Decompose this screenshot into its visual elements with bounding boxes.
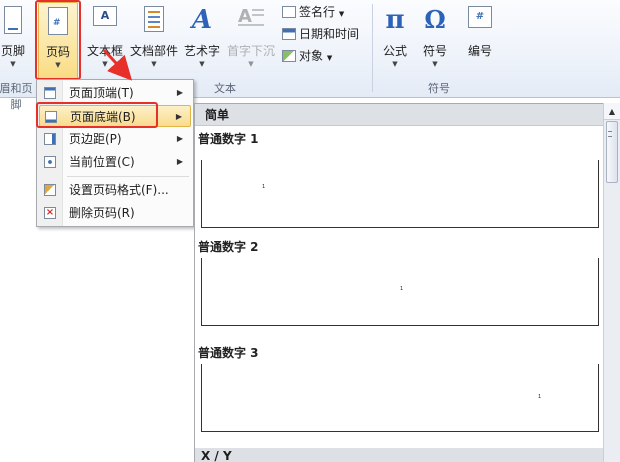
page-number-sample: 1 xyxy=(262,184,266,190)
signature-icon xyxy=(282,6,296,18)
gallery-category-header: 简单 xyxy=(195,104,603,126)
textbox-button[interactable]: A 文本框 ▼ xyxy=(84,2,126,80)
gallery-category-header: X / Y xyxy=(195,448,603,462)
menu-item-top-of-page[interactable]: 页面顶端(T) ▶ xyxy=(39,82,191,104)
page-top-icon xyxy=(44,87,56,99)
chevron-down-icon: ▼ xyxy=(248,60,254,68)
quick-parts-button[interactable]: 文档部件 ▼ xyxy=(128,2,180,80)
textbox-icon: A xyxy=(93,6,117,26)
menu-item-format-page-numbers[interactable]: 设置页码格式(F)... xyxy=(39,179,191,201)
chevron-down-icon: ▼ xyxy=(102,60,108,68)
page-number-sample: 1 xyxy=(400,286,404,292)
equation-button[interactable]: π 公式 ▼ xyxy=(378,2,412,80)
chevron-down-icon: ▼ xyxy=(151,60,157,68)
gallery-option-plain-number-2[interactable]: 1 xyxy=(201,258,599,326)
wordart-button[interactable]: A 艺术字 ▼ xyxy=(182,2,222,80)
symbol-button[interactable]: Ω 符号 ▼ xyxy=(418,2,452,80)
gallery-option-plain-number-3[interactable]: 1 xyxy=(201,364,599,432)
gallery-option-title: 普通数字 3 xyxy=(198,346,259,360)
gallery-scrollbar[interactable]: ▲ xyxy=(603,103,620,462)
footer-button[interactable]: 页脚 ▼ xyxy=(0,2,30,80)
footer-icon xyxy=(4,6,22,34)
group-label-symbols: 符号 xyxy=(428,82,450,95)
ribbon-separator xyxy=(372,4,373,92)
group-label-header-footer: 眉和页脚 xyxy=(0,82,33,111)
gallery-option-title: 普通数字 2 xyxy=(198,240,259,254)
object-button[interactable]: 对象 ▼ xyxy=(282,46,332,66)
date-time-button[interactable]: 日期和时间 xyxy=(282,24,359,44)
chevron-down-icon: ▼ xyxy=(10,60,16,68)
format-page-number-icon xyxy=(44,184,56,196)
object-icon xyxy=(282,50,296,62)
number-icon: # xyxy=(468,6,492,28)
menu-item-current-position[interactable]: 当前位置(C) ▶ xyxy=(39,151,191,173)
menu-item-remove-page-numbers[interactable]: × 删除页码(R) xyxy=(39,202,191,224)
pi-icon: π xyxy=(385,5,405,35)
page-margin-icon xyxy=(44,133,56,145)
scroll-up-arrow-icon[interactable]: ▲ xyxy=(604,103,620,120)
word-window: 页脚 ▼ # 页码 ▼ A 文本框 ▼ 文档部件 ▼ A 艺术字 ▼ A 首字下… xyxy=(0,0,620,462)
menu-separator xyxy=(67,176,189,177)
scroll-grip-icon xyxy=(608,131,612,137)
wordart-icon: A xyxy=(191,5,213,35)
bottom-of-page-gallery: 简单 普通数字 1 1 普通数字 2 1 普通数字 3 1 X / Y xyxy=(194,103,620,462)
chevron-down-icon: ▼ xyxy=(199,60,205,68)
dropcap-icon: A xyxy=(238,6,264,30)
chevron-down-icon: ▼ xyxy=(338,10,345,18)
current-position-icon xyxy=(44,156,56,168)
page-number-sample: 1 xyxy=(538,394,542,400)
chevron-down-icon: ▼ xyxy=(432,60,438,68)
dropcap-button[interactable]: A 首字下沉 ▼ xyxy=(224,2,278,80)
chevron-right-icon: ▶ xyxy=(175,112,182,121)
remove-page-number-icon: × xyxy=(44,207,56,219)
chevron-right-icon: ▶ xyxy=(176,134,183,143)
omega-icon: Ω xyxy=(424,5,446,34)
calendar-icon xyxy=(282,28,296,40)
signature-line-button[interactable]: 签名行 ▼ xyxy=(282,2,344,22)
group-label-text: 文本 xyxy=(214,82,236,95)
chevron-right-icon: ▶ xyxy=(176,88,183,97)
menu-item-page-margins[interactable]: 页边距(P) ▶ xyxy=(39,128,191,150)
chevron-right-icon: ▶ xyxy=(176,157,183,166)
chevron-down-icon: ▼ xyxy=(392,60,398,68)
gallery-option-title: 普通数字 1 xyxy=(198,132,259,146)
gallery-option-plain-number-1[interactable]: 1 xyxy=(201,160,599,228)
number-button[interactable]: # 编号 xyxy=(460,2,500,80)
annotation-highlight-page-number xyxy=(35,0,81,80)
annotation-highlight-bottom-of-page xyxy=(36,102,158,128)
chevron-down-icon: ▼ xyxy=(326,54,333,62)
quick-parts-icon xyxy=(144,6,164,32)
